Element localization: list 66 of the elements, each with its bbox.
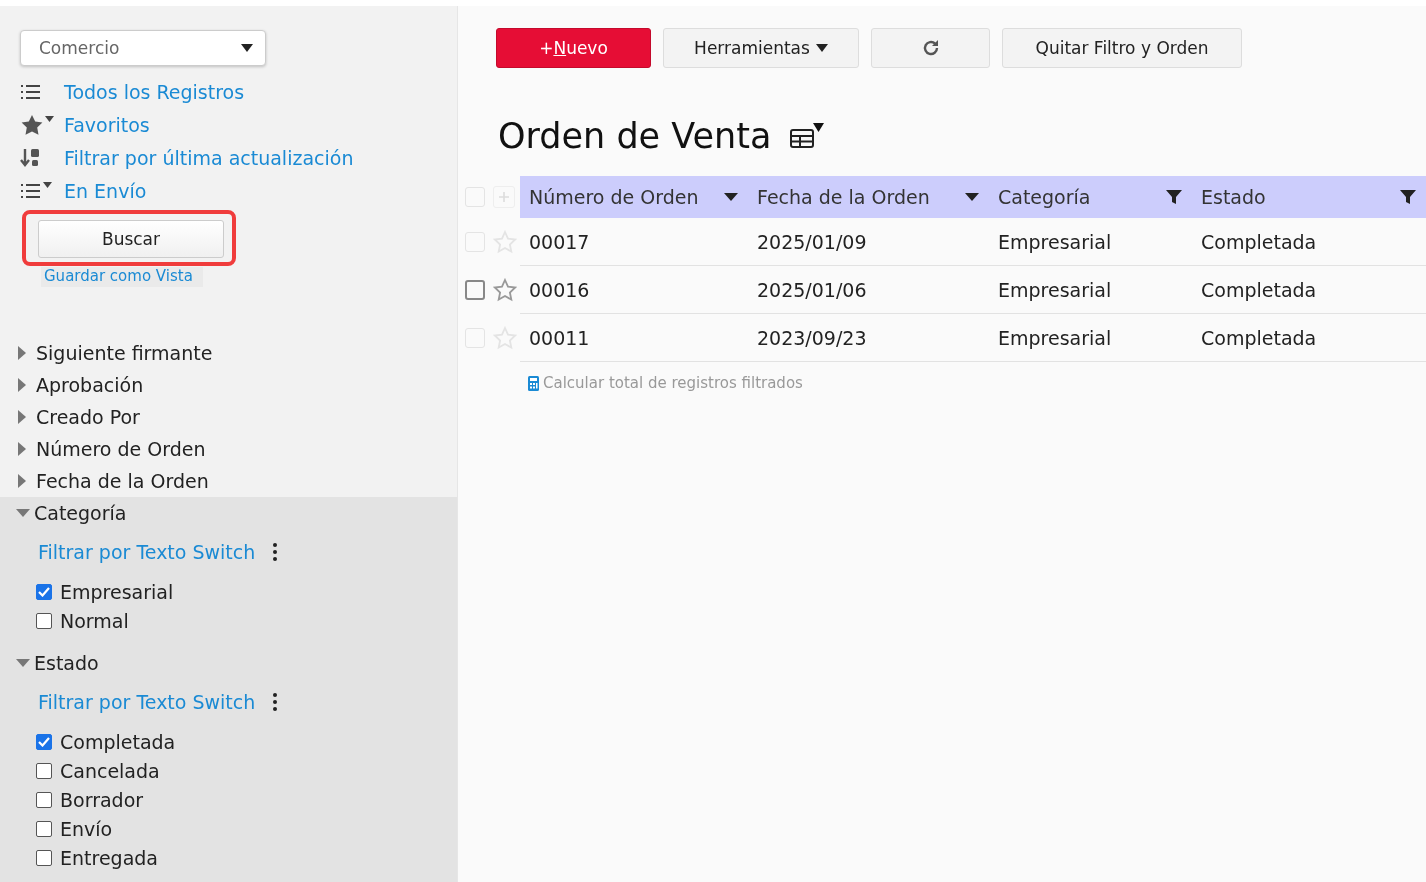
collapsed-triangle-icon[interactable]	[18, 346, 26, 360]
column-header[interactable]: Número de Orden	[520, 176, 748, 218]
search-button[interactable]: Buscar	[38, 220, 224, 258]
sort-down-icon	[20, 146, 42, 169]
table-view-dropdown-icon[interactable]	[789, 122, 826, 150]
expanded-triangle-icon[interactable]	[16, 659, 30, 667]
table-cell: Completada	[1192, 218, 1426, 266]
filter-group-label[interactable]: Número de Orden	[36, 438, 206, 460]
table-cell: 00017	[520, 218, 748, 266]
tools-button[interactable]: Herramientas	[663, 28, 859, 68]
column-header[interactable]: Estado	[1192, 176, 1426, 218]
caret-down-icon	[241, 44, 253, 52]
filter-icon[interactable]	[1400, 189, 1416, 205]
expanded-triangle-icon[interactable]	[16, 509, 30, 517]
row-checkbox[interactable]	[465, 280, 485, 300]
filter-group-label[interactable]: Categoría	[34, 502, 127, 524]
table-cell: 2023/09/23	[748, 314, 989, 362]
checkbox[interactable]	[36, 762, 52, 779]
checkbox[interactable]	[36, 820, 52, 837]
filter-group-label[interactable]: Fecha de la Orden	[36, 470, 209, 492]
caret-down-icon	[815, 44, 828, 52]
new-button[interactable]: +Nuevo	[496, 28, 651, 68]
table-cell: Empresarial	[989, 266, 1192, 314]
checkbox[interactable]	[36, 733, 52, 750]
filter-group-label[interactable]: Aprobación	[36, 374, 144, 396]
list-icon	[20, 82, 42, 101]
checkbox-label: Empresarial	[60, 580, 174, 603]
checkbox-label: Cancelada	[60, 759, 160, 782]
checkbox-label: Completada	[60, 730, 176, 753]
table-cell: 2025/01/06	[748, 266, 989, 314]
refresh-button[interactable]	[871, 28, 990, 68]
page-title: Orden de Venta	[498, 116, 772, 156]
column-header[interactable]: Fecha de la Orden	[748, 176, 989, 218]
checkbox[interactable]	[36, 849, 52, 866]
checkbox[interactable]	[36, 583, 52, 600]
table-cell: 2025/01/09	[748, 218, 989, 266]
checkbox-label: Envío	[60, 817, 113, 840]
sort-caret-icon[interactable]	[965, 193, 979, 201]
table-cell: Empresarial	[989, 218, 1192, 266]
clear-filter-button[interactable]: Quitar Filtro y Orden	[1002, 28, 1242, 68]
sort-caret-icon[interactable]	[724, 193, 738, 201]
filter-group-label[interactable]: Creado Por	[36, 406, 140, 428]
filter-group-label[interactable]: Siguiente firmante	[36, 342, 213, 364]
star-outline-icon[interactable]	[493, 278, 517, 302]
table-cell: 00016	[520, 266, 748, 314]
filter-icon[interactable]	[1166, 189, 1182, 205]
source-dropdown[interactable]: Comercio	[20, 30, 266, 66]
checkbox-label: Entregada	[60, 846, 158, 869]
table-cell: Empresarial	[989, 314, 1192, 362]
table-cell: Completada	[1192, 266, 1426, 314]
collapsed-triangle-icon[interactable]	[18, 378, 26, 392]
filter-group-label[interactable]: Estado	[34, 652, 99, 674]
more-options-icon[interactable]	[273, 543, 278, 561]
checkbox[interactable]	[36, 612, 52, 629]
more-options-icon[interactable]	[273, 693, 278, 711]
checkbox-label: Borrador	[60, 788, 144, 811]
checkbox[interactable]	[36, 791, 52, 808]
table-cell: 00011	[520, 314, 748, 362]
calculator-icon	[528, 375, 539, 391]
collapsed-triangle-icon[interactable]	[18, 474, 26, 488]
collapsed-triangle-icon[interactable]	[18, 410, 26, 424]
checkbox-label: Normal	[60, 609, 129, 632]
collapsed-triangle-icon[interactable]	[18, 442, 26, 456]
column-header[interactable]: Categoría	[989, 176, 1192, 218]
plus-icon	[498, 191, 510, 203]
table-cell: Completada	[1192, 314, 1426, 362]
